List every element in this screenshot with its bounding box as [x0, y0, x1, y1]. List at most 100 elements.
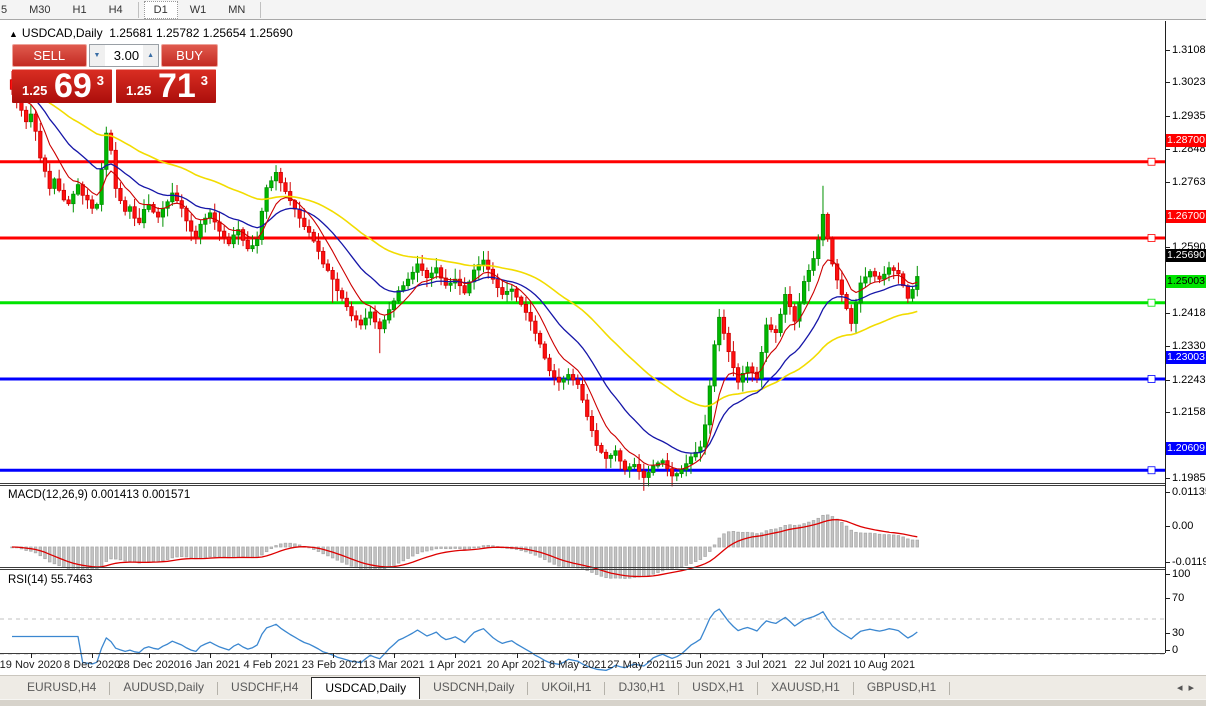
panel-divider: [0, 567, 1165, 568]
date-axis-label: 3 Jul 2021: [736, 659, 787, 671]
price-axis-label: 1.19855: [1172, 472, 1206, 484]
tab-separator: [949, 682, 950, 695]
axis-tick: [1165, 412, 1170, 413]
ask-prefix: 1.25: [126, 83, 151, 98]
chart-tab-dj30[interactable]: DJ30,H1: [605, 676, 678, 699]
date-tick: [700, 653, 701, 658]
axis-tick: [1165, 526, 1170, 527]
one-click-trading-widget: SELL ▼ 3.00 ▲ BUY 1.25 69 3 1.25 71 3: [12, 44, 218, 103]
symbol-period-label: USDCAD,Daily: [22, 26, 103, 40]
axis-tick: [1165, 574, 1170, 575]
bid-point: 3: [97, 73, 104, 88]
date-axis-label: 8 Dec 2020: [64, 659, 120, 671]
chart-tabs-bar: EURUSD,H4AUDUSD,DailyUSDCHF,H4USDCAD,Dai…: [0, 675, 1206, 699]
chart-tab-usdcnh[interactable]: USDCNH,Daily: [420, 676, 527, 699]
panel-divider: [0, 569, 1165, 570]
date-tick: [149, 653, 150, 658]
date-axis-label: 27 May 2021: [607, 659, 671, 671]
chart-tab-gbpusd[interactable]: GBPUSD,H1: [854, 676, 949, 699]
main-price-chart[interactable]: [0, 42, 1165, 504]
price-level-badge: 1.26700: [1166, 210, 1206, 223]
rsi-axis-label: 30: [1172, 627, 1184, 639]
chart-tab-xauusd[interactable]: XAUUSD,H1: [758, 676, 853, 699]
volume-increase-icon[interactable]: ▲: [143, 45, 158, 66]
macd-indicator-label: MACD(12,26,9) 0.001413 0.001571: [8, 489, 190, 501]
axis-tick: [1165, 149, 1170, 150]
date-axis-label: 4 Feb 2021: [243, 659, 299, 671]
tab-scroll-arrows[interactable]: ◂▸: [1177, 681, 1200, 694]
chart-tab-ukoil[interactable]: UKOil,H1: [528, 676, 604, 699]
axis-tick: [1165, 492, 1170, 493]
date-tick: [333, 653, 334, 658]
axis-tick: [1165, 650, 1170, 651]
panel-divider: [0, 483, 1165, 484]
rsi-axis-label: 100: [1172, 568, 1190, 580]
chart-region: [0, 21, 1206, 675]
price-axis-label: 1.21580: [1172, 406, 1206, 418]
date-tick: [823, 653, 824, 658]
chart-tab-usdx[interactable]: USDX,H1: [679, 676, 757, 699]
bid-pips: 69: [54, 67, 92, 106]
rsi-axis-label: 0: [1172, 644, 1178, 656]
date-tick: [210, 653, 211, 658]
panel-divider: [0, 653, 1165, 654]
tab-scroll-right-icon[interactable]: ▸: [1188, 682, 1200, 694]
ask-point: 3: [201, 73, 208, 88]
price-level-badge: 1.23003: [1166, 351, 1206, 364]
axis-tick: [1165, 633, 1170, 634]
timeframe-button-h4[interactable]: H4: [99, 1, 133, 19]
date-tick: [762, 653, 763, 658]
chart-tab-usdcad[interactable]: USDCAD,Daily: [311, 677, 420, 699]
date-tick: [517, 653, 518, 658]
chart-tab-usdchf[interactable]: USDCHF,H4: [218, 676, 311, 699]
volume-spinner: ▼ 3.00 ▲: [89, 44, 160, 67]
current-price-badge: 1.25690: [1166, 249, 1206, 262]
axis-tick: [1165, 50, 1170, 51]
ask-price-box[interactable]: 1.25 71 3: [116, 69, 216, 103]
date-axis-label: 16 Jan 2021: [180, 659, 241, 671]
date-tick: [455, 653, 456, 658]
axis-tick: [1165, 82, 1170, 83]
price-level-badge: 1.20609: [1166, 442, 1206, 455]
date-tick: [884, 653, 885, 658]
sell-button[interactable]: SELL: [12, 44, 87, 67]
timeframe-button-d1[interactable]: D1: [144, 1, 178, 19]
expand-triangle-icon[interactable]: ▲: [9, 29, 18, 39]
date-axis-label: 20 Apr 2021: [487, 659, 546, 671]
date-axis-label: 1 Apr 2021: [429, 659, 482, 671]
macd-panel-chart[interactable]: [0, 507, 1165, 588]
timeframe-button-m30[interactable]: M30: [19, 1, 60, 19]
ask-pips: 71: [158, 67, 196, 106]
macd-axis-label: -0.01190: [1172, 556, 1206, 568]
date-axis-label: 8 May 2021: [549, 659, 606, 671]
toolbar-separator: [138, 2, 139, 18]
price-axis-label: 1.29355: [1172, 110, 1206, 122]
ohlc-values: 1.25681 1.25782 1.25654 1.25690: [109, 26, 293, 40]
timeframe-button-w1[interactable]: W1: [180, 1, 217, 19]
axis-tick: [1165, 562, 1170, 563]
timeframe-button-mn[interactable]: MN: [218, 1, 255, 19]
price-axis-label: 1.30230: [1172, 76, 1206, 88]
rsi-axis-label: 70: [1172, 592, 1184, 604]
bid-prefix: 1.25: [22, 83, 47, 98]
timeframe-button-h1[interactable]: H1: [63, 1, 97, 19]
axis-tick: [1165, 182, 1170, 183]
date-axis-label: 10 Aug 2021: [853, 659, 915, 671]
date-tick: [31, 653, 32, 658]
bid-price-box[interactable]: 1.25 69 3: [12, 69, 112, 103]
price-axis-label: 1.22430: [1172, 374, 1206, 386]
axis-tick: [1165, 380, 1170, 381]
volume-decrease-icon[interactable]: ▼: [90, 45, 105, 66]
price-level-badge: 1.25003: [1166, 275, 1206, 288]
timeframe-button-5[interactable]: 5: [0, 1, 17, 19]
chart-tab-audusd[interactable]: AUDUSD,Daily: [110, 676, 217, 699]
date-axis-label: 22 Jul 2021: [795, 659, 852, 671]
date-tick: [639, 653, 640, 658]
buy-button[interactable]: BUY: [161, 44, 218, 67]
date-tick: [92, 653, 93, 658]
date-axis-label: 19 Nov 2020: [0, 659, 62, 671]
chart-tab-eurusd[interactable]: EURUSD,H4: [14, 676, 109, 699]
tab-scroll-left-icon[interactable]: ◂: [1177, 682, 1189, 694]
trading-terminal: 5M30H1H4 D1W1MN ▲ USDCAD,Daily 1.25681 1.2…: [0, 0, 1206, 706]
volume-field[interactable]: 3.00: [105, 45, 144, 66]
